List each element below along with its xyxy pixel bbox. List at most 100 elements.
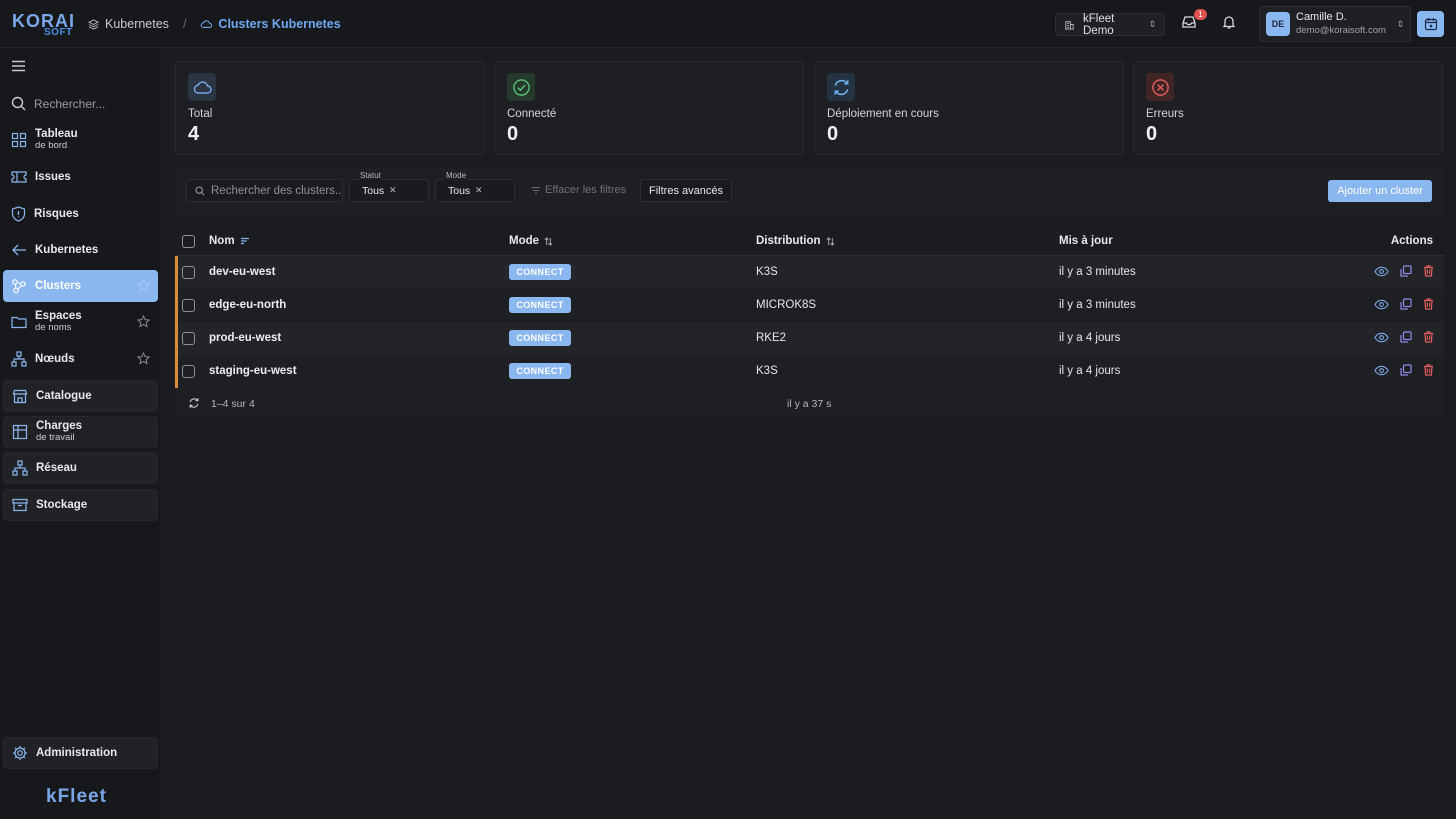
cloud-icon [188,73,216,101]
calendar-button[interactable] [1417,11,1444,37]
grid-icon [12,424,28,440]
eye-icon[interactable] [1374,331,1389,343]
cluster-name[interactable]: prod-eu-west [209,332,281,344]
sort-icon[interactable] [240,237,250,245]
mode-filter-select[interactable]: Mode Tous ✕ [435,171,515,202]
table-row[interactable]: prod-eu-west CONNECT RKE2 il y a 4 jours [175,322,1444,355]
cluster-name[interactable]: staging-eu-west [209,365,297,377]
eye-icon[interactable] [1374,364,1389,376]
sidebar-item-workloads[interactable]: Charges de travail [3,416,158,448]
table-header: Nom Mode Distribution Mis à jour Actions [175,226,1444,256]
add-cluster-button[interactable]: Ajouter un cluster [1328,180,1432,202]
sidebar-search[interactable]: Rechercher... [11,96,105,111]
sidebar-item-kubernetes[interactable]: Kubernetes [3,234,158,266]
sidebar-item-nodes[interactable]: Nœuds [3,343,158,375]
checkbox[interactable] [182,235,195,248]
sidebar-item-dashboard[interactable]: Tableau de bord [3,124,158,156]
sort-arrows-icon[interactable] [544,236,553,246]
trash-icon[interactable] [1423,298,1434,310]
row-actions [1374,298,1434,310]
eye-icon[interactable] [1374,298,1389,310]
select-all-checkbox[interactable] [182,235,195,248]
row-checkbox[interactable] [182,266,195,279]
breadcrumb-clusters[interactable]: Clusters Kubernetes [200,17,341,31]
organization-selector[interactable]: kFleet Demo ⇕ [1055,13,1165,37]
chevron-updown-icon: ⇕ [1148,19,1156,29]
updated-at: il y a 4 jours [1059,365,1121,377]
copy-icon[interactable] [1400,364,1412,376]
cluster-name[interactable]: edge-eu-north [209,299,286,311]
column-updated[interactable]: Mis à jour [1059,235,1113,247]
breadcrumb-label: Kubernetes [105,17,169,31]
column-mode[interactable]: Mode [509,235,553,247]
sidebar-item-label: Tableau de bord [35,128,78,151]
row-checkbox[interactable] [182,299,195,312]
copy-icon[interactable] [1400,331,1412,343]
table-footer: 1–4 sur 4 il y a 37 s [175,388,1444,418]
sidebar-item-clusters[interactable]: Clusters [3,270,158,302]
table-row[interactable]: edge-eu-north CONNECT MICROK8S il y a 3 … [175,289,1444,322]
sidebar-item-network[interactable]: Réseau [3,452,158,484]
row-checkbox[interactable] [182,332,195,345]
table-row[interactable]: staging-eu-west CONNECT K3S il y a 4 jou… [175,355,1444,388]
column-name[interactable]: Nom [209,235,250,247]
mode-filter-label: Mode [445,171,468,180]
sidebar-item-label: Espaces de noms [35,310,82,333]
column-distribution[interactable]: Distribution [756,235,835,247]
checkbox[interactable] [182,299,195,312]
sidebar-item-catalog[interactable]: Catalogue [3,380,158,412]
label-sub: de bord [35,140,68,151]
column-label: Mode [509,235,540,247]
trash-icon[interactable] [1423,364,1434,376]
folder-icon [11,315,27,329]
sidebar-search-placeholder: Rechercher... [34,96,106,111]
refresh-icon[interactable] [188,397,200,409]
advanced-filters-button[interactable]: Filtres avancés [640,179,732,202]
top-bar: KORAI SOFT Kubernetes / Clusters Kuberne… [0,0,1456,48]
trash-icon[interactable] [1423,331,1434,343]
menu-toggle-icon[interactable] [11,60,26,75]
sidebar-item-issues[interactable]: Issues [3,161,158,193]
sidebar-item-label: Stockage [36,498,88,511]
row-actions [1374,265,1434,277]
updated-at: il y a 3 minutes [1059,266,1136,278]
trash-icon[interactable] [1423,265,1434,277]
favorite-star-icon[interactable] [136,278,151,295]
row-checkbox[interactable] [182,365,195,378]
notifications-button[interactable] [1221,14,1241,34]
checkbox[interactable] [182,266,195,279]
breadcrumb-kubernetes[interactable]: Kubernetes [88,17,169,31]
inbox-button[interactable]: 1 [1181,9,1207,34]
sort-arrows-icon[interactable] [826,236,835,246]
clear-status-icon[interactable]: ✕ [389,185,397,196]
sidebar-item-namespaces[interactable]: Espaces de noms [3,306,158,338]
sidebar-item-administration[interactable]: Administration [3,737,158,769]
clear-filters-button[interactable]: Effacer les filtres [531,184,626,196]
stat-card-deploying: Déploiement en cours 0 [814,61,1124,155]
checkbox[interactable] [182,365,195,378]
network-icon [11,351,27,367]
user-menu[interactable]: DE Camille D. demo@koraisoft.com ⇕ [1259,6,1411,42]
cluster-name[interactable]: dev-eu-west [209,266,275,278]
favorite-star-icon[interactable] [136,351,151,368]
eye-icon[interactable] [1374,265,1389,277]
copy-icon[interactable] [1400,265,1412,277]
label-sub: de noms [35,322,72,333]
korai-logo[interactable]: KORAI SOFT [12,10,74,38]
clear-mode-icon[interactable]: ✕ [475,185,483,196]
stat-card-total: Total 4 [175,61,485,155]
breadcrumb: Kubernetes / Clusters Kubernetes [88,17,341,31]
sidebar-item-risks[interactable]: Risques [3,198,158,230]
favorite-star-icon[interactable] [136,314,151,331]
sidebar-item-storage[interactable]: Stockage [3,489,158,521]
checkbox[interactable] [182,332,195,345]
clusters-table: Nom Mode Distribution Mis à jour Actions… [175,226,1444,418]
table-row[interactable]: dev-eu-west CONNECT K3S il y a 3 minutes [175,256,1444,289]
status-filter-select[interactable]: Statut Tous ✕ [349,171,429,202]
cluster-search-input[interactable]: Rechercher des clusters... [186,179,343,202]
stat-value: 0 [1146,123,1158,145]
label-main: Charges [36,420,83,432]
copy-icon[interactable] [1400,298,1412,310]
distribution: K3S [756,365,778,377]
bell-icon [1221,14,1237,30]
